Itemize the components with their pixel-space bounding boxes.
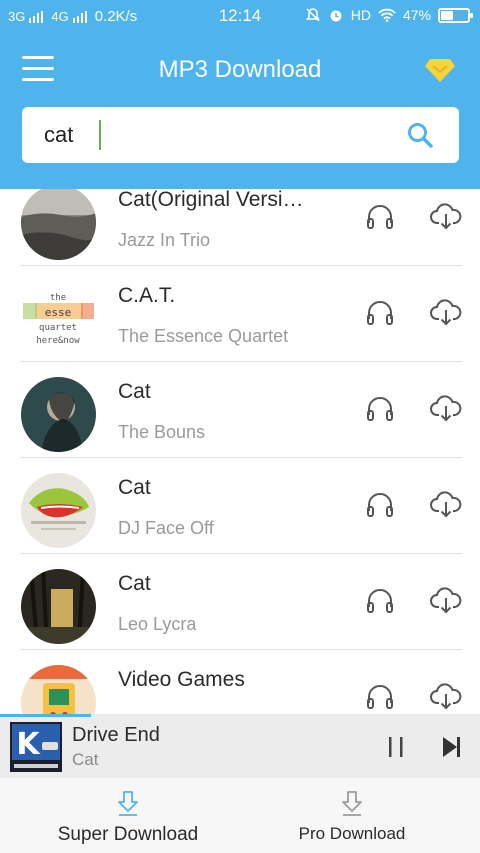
battery-icon (438, 7, 473, 23)
alarm-icon (330, 10, 342, 22)
tab-super-download-label: Super Download (57, 824, 199, 845)
song-artist: Leo Lycra (118, 614, 197, 634)
cover-text: esse (45, 306, 72, 319)
toolbar: MP3 Download (0, 42, 480, 98)
song-row[interactable]: Cat(Original Versi… Jazz In Trio (0, 189, 480, 266)
album-cover (21, 377, 96, 452)
song-title: Cat (118, 572, 151, 595)
search-input[interactable] (44, 119, 404, 151)
song-row[interactable]: Cat DJ Face Off (0, 458, 480, 554)
tab-super-download[interactable]: Super Download (40, 778, 216, 853)
cloud-download-icon[interactable] (430, 586, 462, 616)
song-artist: The Bouns (118, 422, 206, 442)
headphones-icon[interactable] (366, 684, 394, 710)
cover-letter: K (16, 727, 41, 762)
song-row[interactable]: Cat Leo Lycra (0, 554, 480, 650)
search-bar (22, 107, 459, 163)
song-row[interactable]: the esse quartet here&now C.A.T. The Ess… (0, 266, 480, 362)
song-row[interactable]: Video Games (0, 650, 480, 714)
player-album-cover: K (10, 722, 62, 772)
cover-text: the (50, 293, 66, 303)
search-icon[interactable] (405, 120, 435, 150)
tab-pro-download[interactable]: Pro Download (280, 778, 424, 853)
app-header: 3G 4G 0.2K/s 12:14 HD 47% MP3 Download c… (0, 0, 480, 189)
song-title: C.A.T. (118, 284, 176, 307)
cloud-download-icon[interactable] (430, 298, 462, 328)
diamond-icon[interactable] (424, 56, 456, 84)
cover-text: here&now (36, 336, 80, 346)
album-cover (21, 473, 96, 548)
tab-pro-download-label: Pro Download (298, 824, 406, 843)
hd-label: HD (350, 7, 371, 23)
wifi-icon (378, 8, 396, 22)
status-bar: 3G 4G 0.2K/s 12:14 HD 47% (0, 0, 480, 34)
song-title: Cat (118, 476, 151, 499)
text-cursor (99, 120, 101, 150)
headphones-icon[interactable] (366, 492, 394, 518)
app-title: MP3 Download (158, 56, 322, 83)
cloud-download-icon[interactable] (430, 202, 462, 232)
song-artist: DJ Face Off (118, 518, 214, 538)
mute-icon (305, 8, 320, 22)
headphones-icon[interactable] (366, 300, 394, 326)
cover-text: quartet (39, 323, 77, 333)
system-status: HD 47% (305, 7, 473, 23)
song-artist: Jazz In Trio (118, 230, 211, 250)
cloud-download-icon[interactable] (430, 394, 462, 424)
song-title: Cat(Original Versi… (118, 189, 304, 211)
headphones-icon[interactable] (366, 588, 394, 614)
headphones-icon[interactable] (366, 396, 394, 422)
player-track-artist: Cat (72, 750, 99, 769)
song-title: Cat (118, 380, 151, 403)
skip-next-icon[interactable] (441, 734, 463, 760)
song-artist: The Essence Quartet (118, 326, 289, 346)
album-cover (21, 189, 96, 260)
pause-icon[interactable] (386, 734, 408, 760)
cloud-download-icon[interactable] (430, 682, 462, 712)
song-title: Video Games (118, 668, 245, 691)
album-cover (21, 665, 96, 714)
song-row[interactable]: Cat The Bouns (0, 362, 480, 458)
headphones-icon[interactable] (366, 204, 394, 230)
battery-percent: 47% (402, 7, 431, 23)
download-arrow-icon (342, 791, 362, 816)
song-list[interactable]: Cat(Original Versi… Jazz In Trio the ess… (0, 189, 480, 714)
album-cover: the esse quartet here&now (21, 281, 96, 356)
player-track-title: Drive End (72, 724, 160, 746)
mini-player[interactable]: K Drive End Cat (0, 714, 480, 778)
cloud-download-icon[interactable] (430, 490, 462, 520)
album-cover (21, 569, 96, 644)
battery-fill (441, 10, 453, 20)
bottom-nav: Super Download Pro Download (0, 778, 480, 853)
download-arrow-icon (118, 791, 138, 816)
playback-progress (0, 714, 91, 717)
